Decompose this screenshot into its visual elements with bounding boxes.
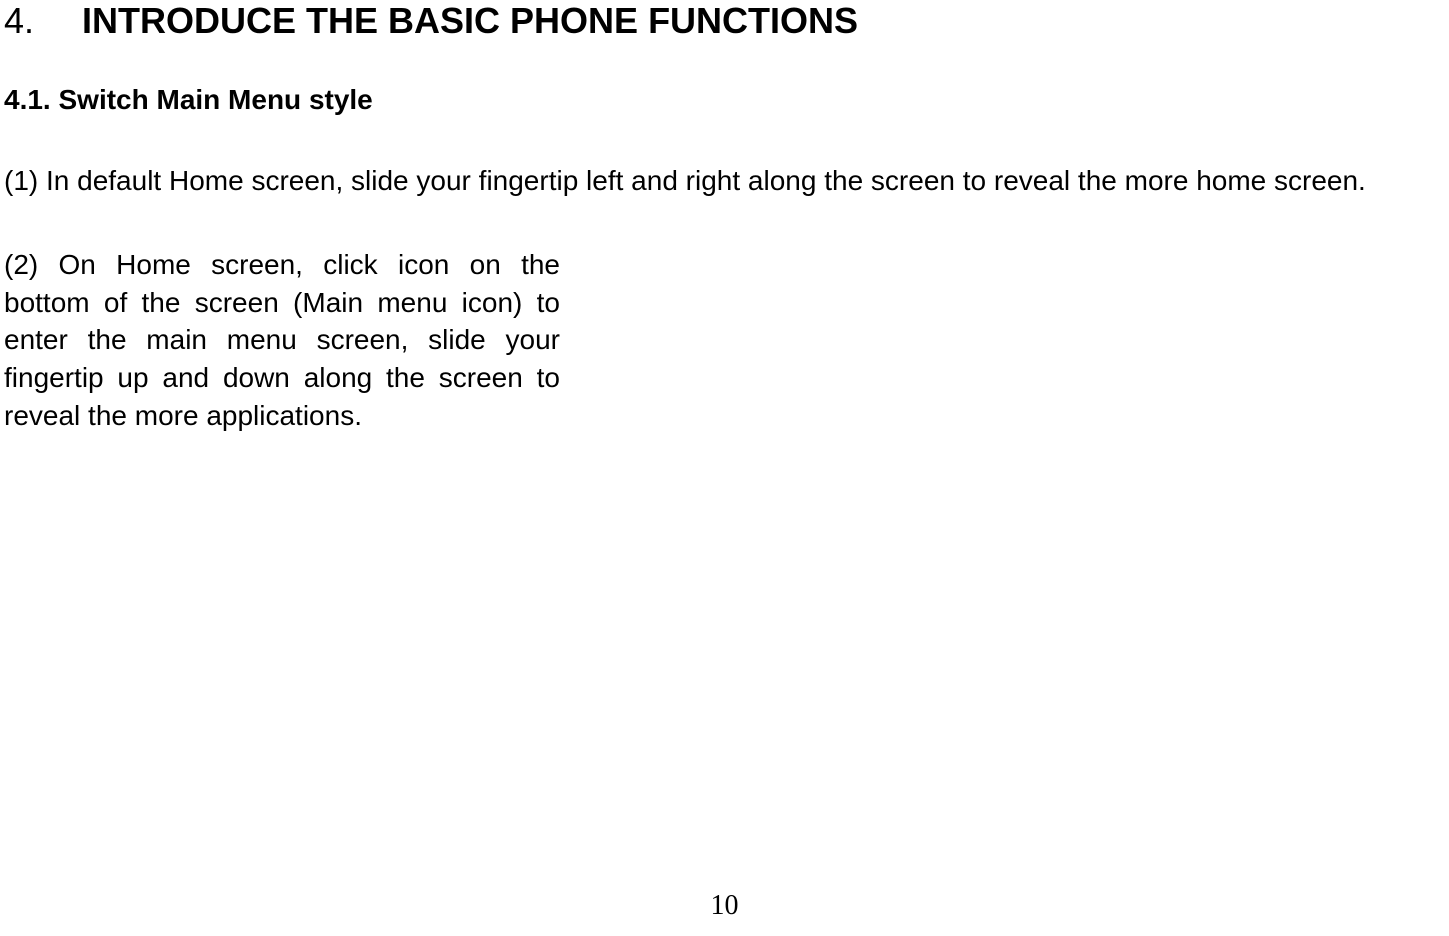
- section-heading: 4. INTRODUCE THE BASIC PHONE FUNCTIONS: [0, 0, 1449, 42]
- page-number: 10: [0, 890, 1449, 922]
- paragraph-1: (1) In default Home screen, slide your f…: [0, 162, 1449, 200]
- paragraph-2: (2) On Home screen, click icon on the bo…: [0, 246, 560, 435]
- subsection-heading: 4.1. Switch Main Menu style: [0, 84, 1449, 116]
- section-title: INTRODUCE THE BASIC PHONE FUNCTIONS: [82, 0, 858, 42]
- section-number: 4.: [4, 0, 34, 42]
